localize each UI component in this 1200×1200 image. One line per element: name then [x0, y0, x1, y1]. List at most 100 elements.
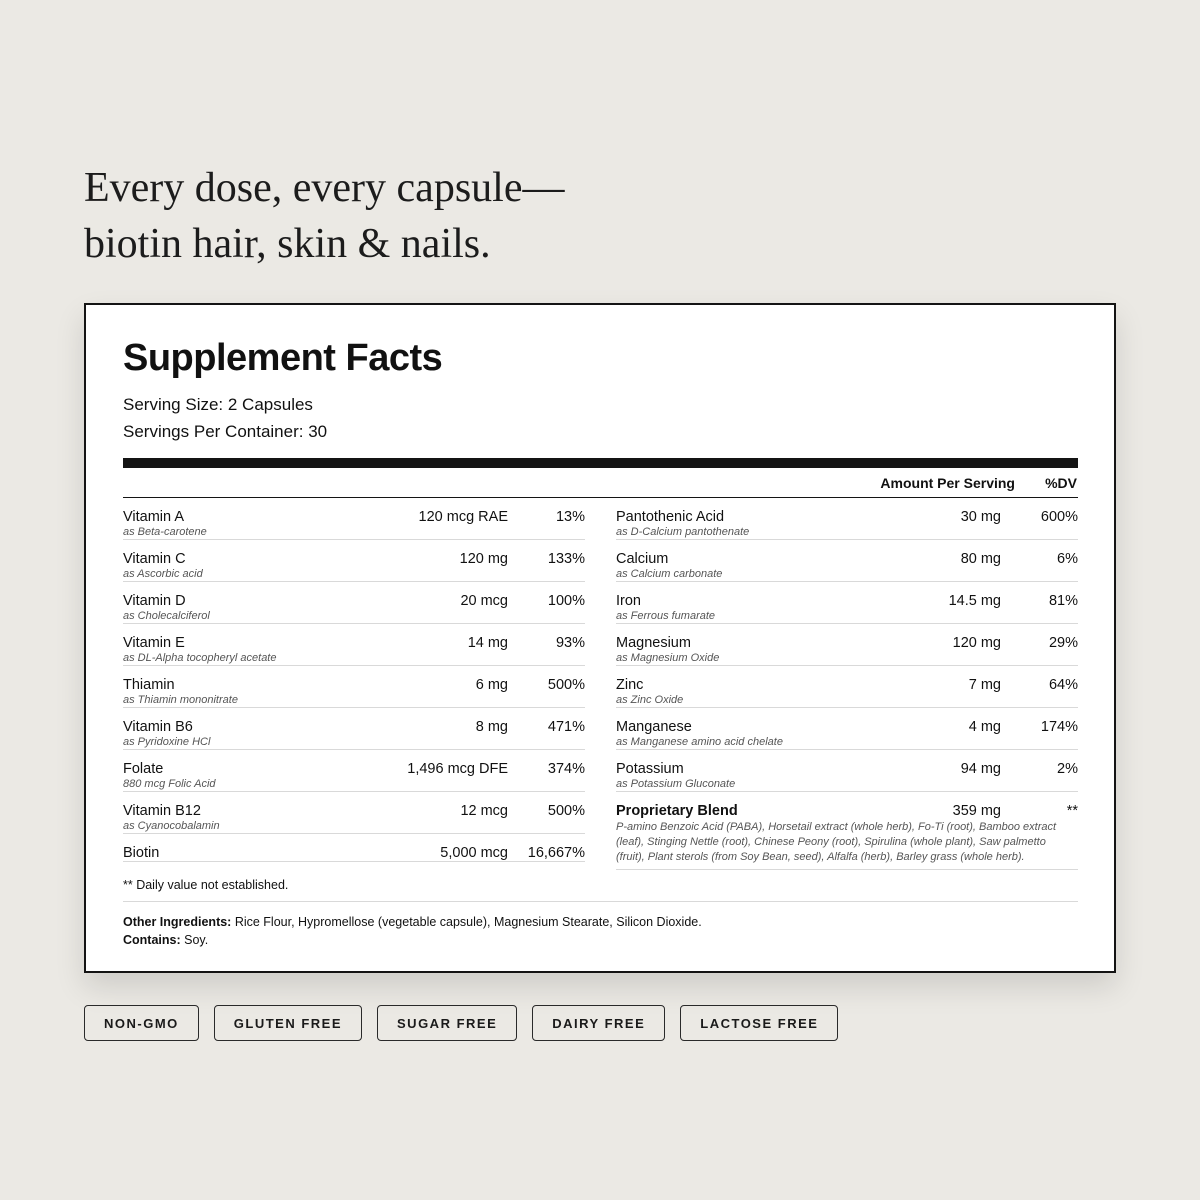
nutrient-dv: 16,667% [527, 845, 585, 861]
nutrient-name: Zinc [616, 677, 644, 693]
headline: Every dose, every capsule— biotin hair, … [84, 160, 564, 272]
nutrient-source: as Magnesium Oxide [616, 652, 720, 664]
nutrient-name: Folate [123, 761, 164, 777]
servings-per-container: Servings Per Container: 30 [123, 422, 328, 441]
nutrient-name: Magnesium [616, 635, 691, 651]
blend-description: P-amino Benzoic Acid (PABA), Horsetail e… [616, 821, 1057, 863]
nutrient-source: as Ascorbic acid [123, 568, 203, 580]
nutrient-row: Vitamin D as Cholecalciferol 20 mcg 100% [123, 582, 585, 624]
headline-line-2: biotin hair, skin & nails. [84, 221, 491, 267]
nutrient-amount: 14 mg [467, 635, 508, 651]
nutrient-name: Vitamin A [123, 509, 184, 525]
nutrient-amount: 120 mg [952, 635, 1001, 651]
nutrient-row: Magnesium as Magnesium Oxide 120 mg 29% [616, 624, 1078, 666]
nutrient-amount: 1,496 mcg DFE [407, 761, 508, 777]
nutrient-dv: 600% [1040, 509, 1078, 525]
nutrient-source: as D-Calcium pantothenate [616, 526, 750, 538]
badge-non-gmo: NON-GMO [84, 1005, 199, 1041]
dv-footnote: ** Daily value not established. [123, 878, 289, 892]
nutrient-source: as Calcium carbonate [616, 568, 723, 580]
nutrient-column-left: Vitamin A as Beta-carotene 120 mcg RAE 1… [123, 498, 585, 862]
blend-name: Proprietary Blend [616, 803, 738, 819]
facts-title: Supplement Facts [123, 337, 443, 379]
nutrient-name: Vitamin B12 [123, 803, 201, 819]
nutrient-row: Iron as Ferrous fumarate 14.5 mg 81% [616, 582, 1078, 624]
nutrient-dv: 81% [1048, 593, 1078, 609]
nutrient-amount: 30 mg [960, 509, 1001, 525]
nutrient-amount: 14.5 mg [948, 593, 1001, 609]
nutrient-row: Thiamin as Thiamin mononitrate 6 mg 500% [123, 666, 585, 708]
nutrient-dv: 2% [1057, 761, 1078, 777]
nutrient-amount: 80 mg [960, 551, 1001, 567]
proprietary-blend-row: Proprietary Blend P-amino Benzoic Acid (… [616, 792, 1078, 870]
nutrient-dv: 100% [547, 593, 585, 609]
other-ingredients: Other Ingredients: Rice Flour, Hypromell… [123, 913, 702, 949]
nutrient-dv: 174% [1040, 719, 1078, 735]
badge-sugar-free: SUGAR FREE [377, 1005, 518, 1041]
blend-dv: ** [1066, 803, 1078, 819]
column-header-amount: Amount Per Serving [880, 475, 1015, 491]
contains-text: Soy. [180, 933, 209, 947]
supplement-facts-panel: Supplement Facts Serving Size: 2 Capsule… [84, 303, 1116, 973]
nutrient-row: Manganese as Manganese amino acid chelat… [616, 708, 1078, 750]
nutrient-source: as Potassium Gluconate [616, 778, 736, 790]
nutrient-row: Vitamin C as Ascorbic acid 120 mg 133% [123, 540, 585, 582]
nutrient-amount: 120 mg [459, 551, 508, 567]
nutrient-row: Potassium as Potassium Gluconate 94 mg 2… [616, 750, 1078, 792]
nutrient-name: Potassium [616, 761, 684, 777]
nutrient-name: Iron [616, 593, 641, 609]
nutrient-amount: 12 mcg [460, 803, 508, 819]
nutrient-dv: 64% [1048, 677, 1078, 693]
column-header-dv: %DV [1045, 475, 1077, 491]
blend-amount: 359 mg [952, 803, 1001, 819]
headline-line-1: Every dose, every capsule— [84, 165, 565, 211]
nutrient-source: as Beta-carotene [123, 526, 207, 538]
nutrient-row: Zinc as Zinc Oxide 7 mg 64% [616, 666, 1078, 708]
nutrient-name: Vitamin C [123, 551, 186, 567]
nutrient-row: Vitamin B12 as Cyanocobalamin 12 mcg 500… [123, 792, 585, 834]
nutrient-source: as DL-Alpha tocopheryl acetate [123, 652, 277, 664]
nutrient-dv: 6% [1057, 551, 1078, 567]
nutrient-source: 880 mcg Folic Acid [123, 778, 216, 790]
nutrient-amount: 94 mg [960, 761, 1001, 777]
nutrient-source: as Ferrous fumarate [616, 610, 716, 622]
header-divider-bar [123, 458, 1078, 468]
nutrient-row: Vitamin B6 as Pyridoxine HCl 8 mg 471% [123, 708, 585, 750]
nutrient-row: Pantothenic Acid as D-Calcium pantothena… [616, 498, 1078, 540]
nutrient-row: Folate 880 mcg Folic Acid 1,496 mcg DFE … [123, 750, 585, 792]
other-ingredients-label: Other Ingredients: [123, 915, 232, 929]
nutrient-name: Pantothenic Acid [616, 509, 725, 525]
nutrient-row: Vitamin E as DL-Alpha tocopheryl acetate… [123, 624, 585, 666]
other-ingredients-text: Rice Flour, Hypromellose (vegetable caps… [231, 915, 702, 929]
badge-lactose-free: LACTOSE FREE [680, 1005, 839, 1041]
nutrient-row: Vitamin A as Beta-carotene 120 mcg RAE 1… [123, 498, 585, 540]
contains-label: Contains: [123, 933, 181, 947]
nutrient-row: Biotin 5,000 mcg 16,667% [123, 834, 585, 862]
nutrient-dv: 374% [547, 761, 585, 777]
serving-size: Serving Size: 2 Capsules [123, 395, 313, 414]
nutrient-name: Manganese [616, 719, 692, 735]
nutrient-row: Calcium as Calcium carbonate 80 mg 6% [616, 540, 1078, 582]
nutrient-amount: 4 mg [968, 719, 1001, 735]
nutrient-amount: 8 mg [475, 719, 508, 735]
nutrient-dv: 133% [547, 551, 585, 567]
badge-gluten-free: GLUTEN FREE [213, 1005, 363, 1041]
nutrient-column-right: Pantothenic Acid as D-Calcium pantothena… [616, 498, 1078, 870]
nutrient-source: as Zinc Oxide [616, 694, 684, 706]
nutrient-amount: 20 mcg [460, 593, 508, 609]
nutrient-source: as Pyridoxine HCl [123, 736, 211, 748]
nutrient-dv: 500% [547, 803, 585, 819]
nutrient-amount: 5,000 mcg [440, 845, 508, 861]
nutrient-name: Vitamin E [123, 635, 185, 651]
nutrient-amount: 120 mcg RAE [418, 509, 508, 525]
badge-dairy-free: DAIRY FREE [532, 1005, 666, 1041]
nutrient-dv: 13% [555, 509, 585, 525]
nutrient-name: Calcium [616, 551, 669, 567]
nutrient-dv: 93% [555, 635, 585, 651]
footnote-rule [123, 901, 1078, 902]
nutrient-name: Biotin [123, 845, 160, 861]
nutrient-dv: 29% [1048, 635, 1078, 651]
nutrient-source: as Thiamin mononitrate [123, 694, 238, 706]
nutrient-name: Vitamin B6 [123, 719, 193, 735]
nutrient-source: as Manganese amino acid chelate [616, 736, 783, 748]
